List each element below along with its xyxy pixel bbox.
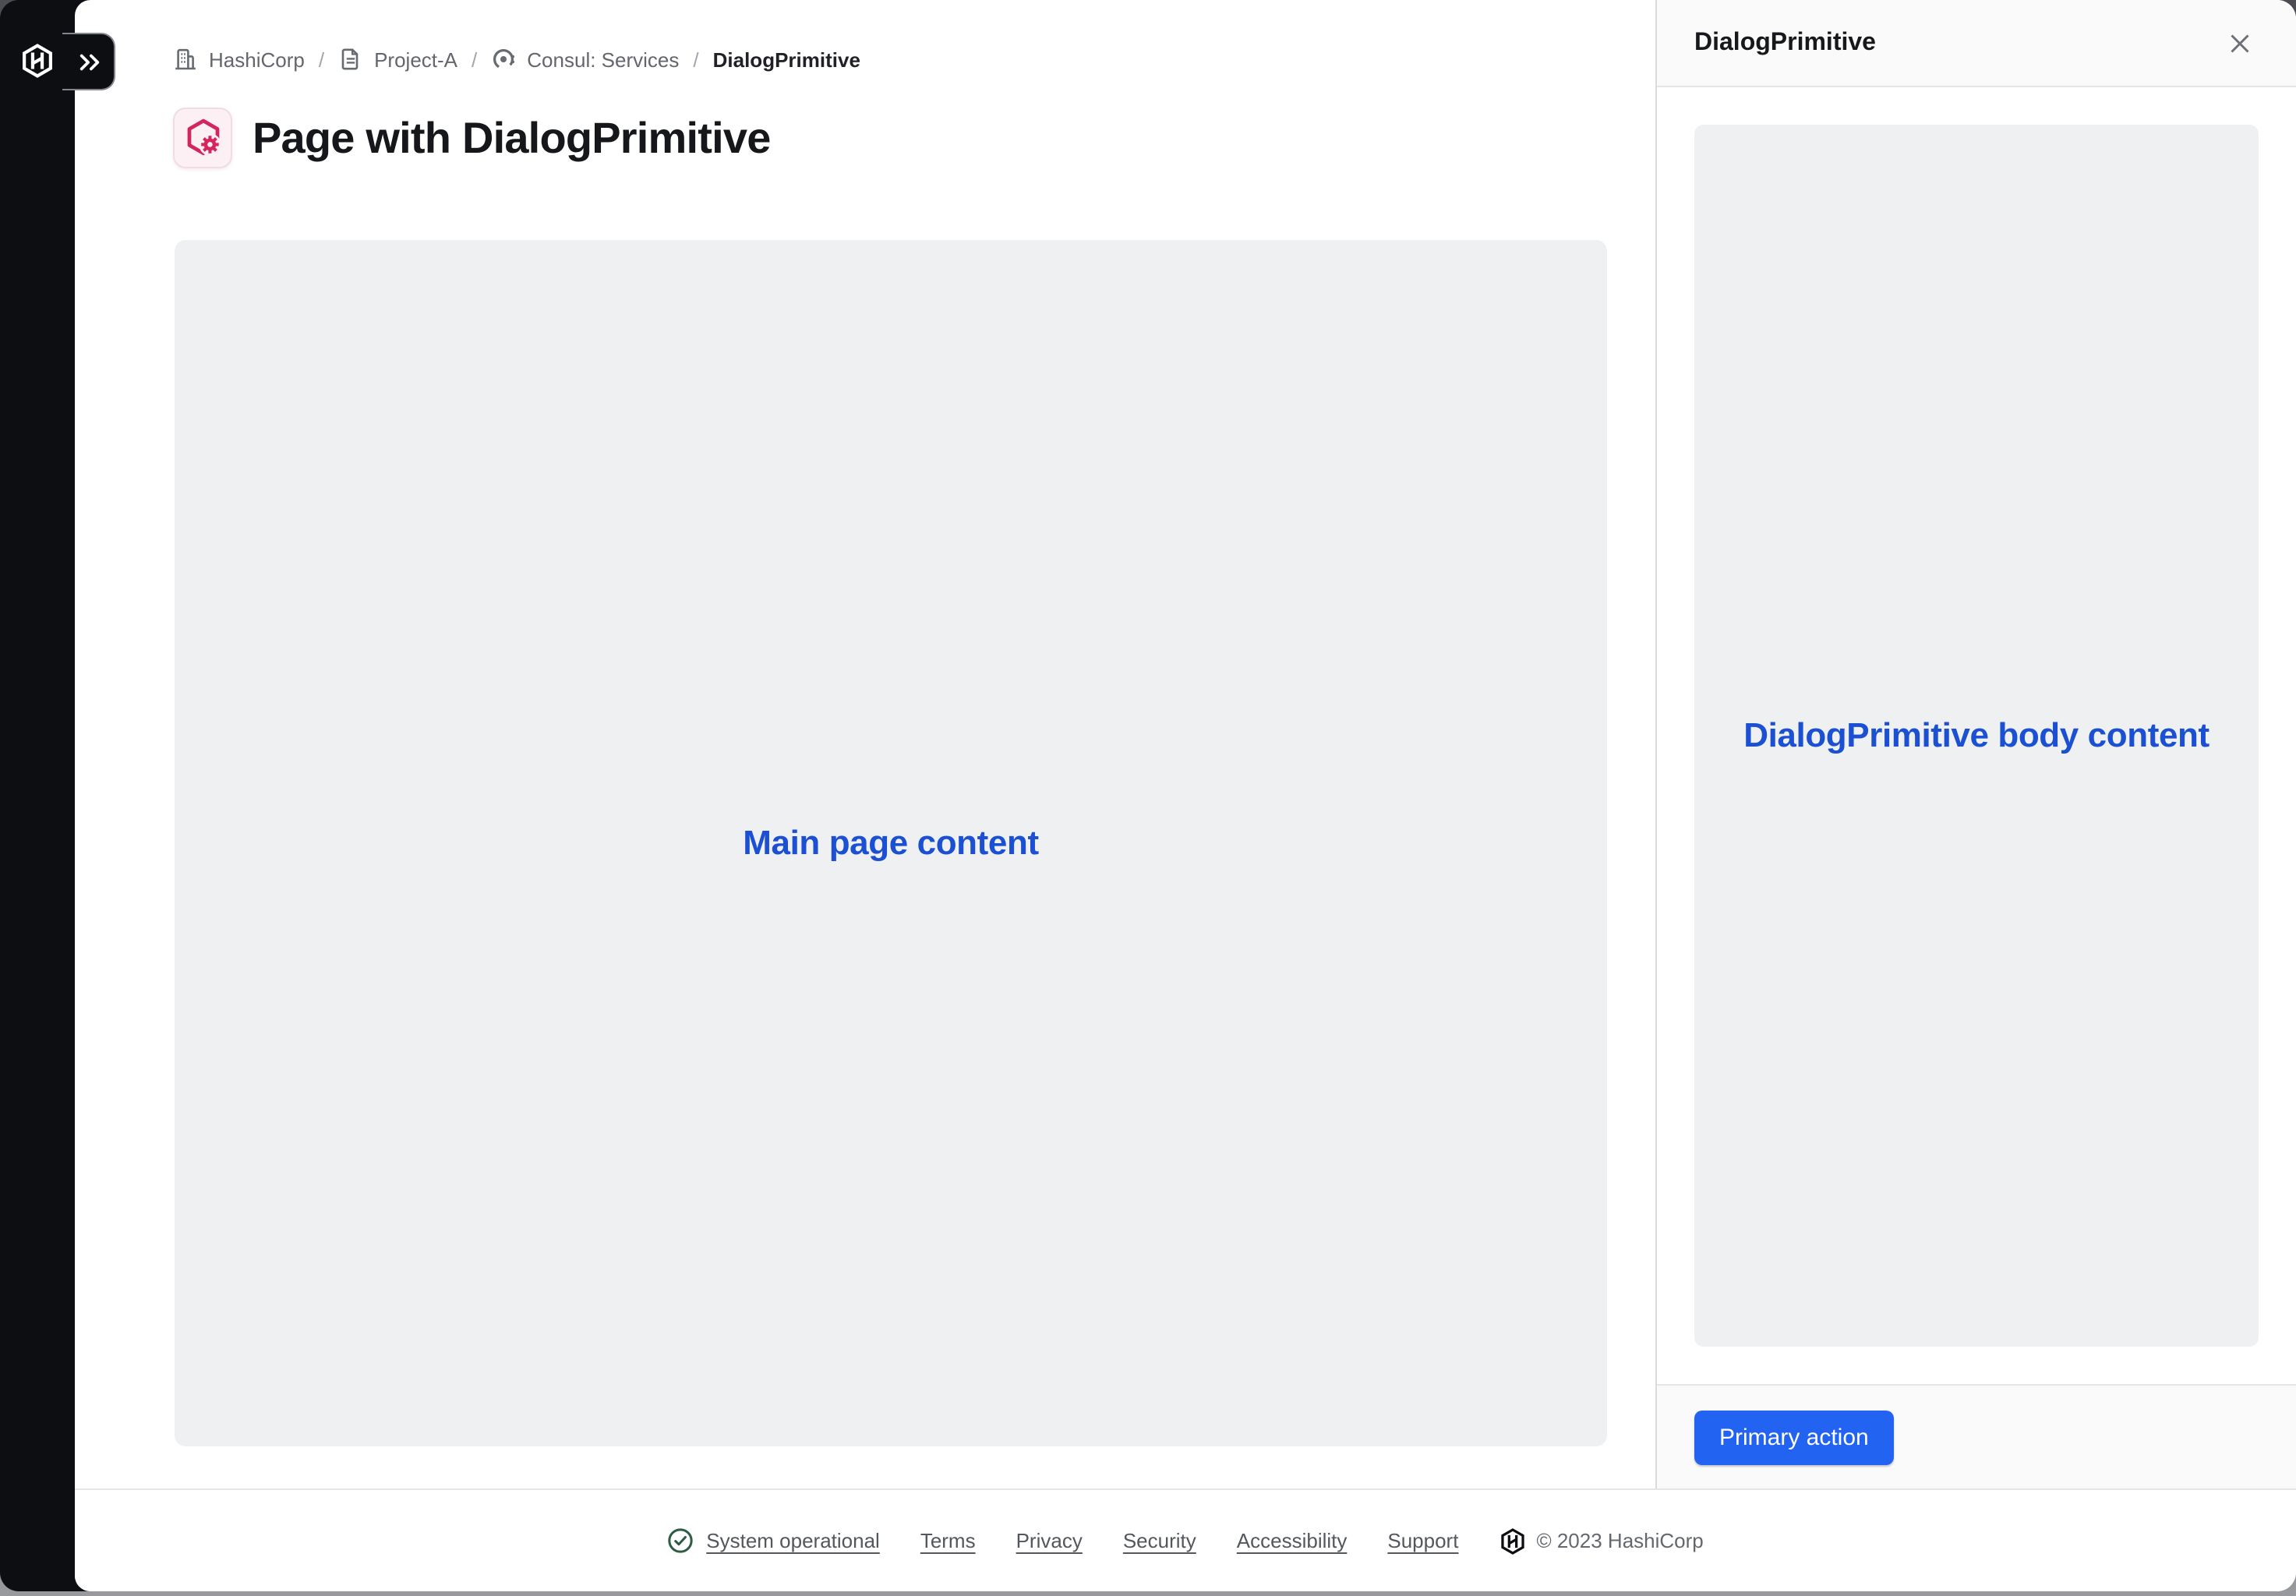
copyright-text: © 2023 HashiCorp: [1536, 1529, 1703, 1552]
hashicorp-logo-icon[interactable]: [20, 44, 55, 79]
page-header: Page with DialogPrimitive: [173, 108, 771, 168]
main-placeholder-text: Main page content: [743, 823, 1038, 863]
footer-link-security[interactable]: Security: [1123, 1529, 1196, 1552]
breadcrumb: HashiCorp / Project-A: [173, 47, 860, 72]
double-chevron-right-icon: [78, 51, 101, 72]
dialog-body: DialogPrimitive body content: [1657, 87, 2296, 1384]
check-circle-icon: [667, 1527, 694, 1554]
breadcrumb-item-current: DialogPrimitive: [713, 48, 860, 71]
primary-action-button[interactable]: Primary action: [1694, 1410, 1894, 1464]
app-window: HashiCorp / Project-A: [0, 0, 2296, 1591]
org-building-icon: [173, 47, 198, 72]
breadcrumb-label: Project-A: [374, 48, 457, 71]
breadcrumb-separator: /: [693, 48, 698, 71]
dialog-primitive-panel: DialogPrimitive DialogPrimitive body con…: [1655, 0, 2296, 1488]
dialog-title: DialogPrimitive: [1694, 29, 1876, 57]
footer-brand: © 2023 HashiCorp: [1499, 1527, 1703, 1555]
page-title: Page with DialogPrimitive: [253, 113, 771, 163]
status-link[interactable]: System operational: [706, 1529, 880, 1552]
content-row: HashiCorp / Project-A: [75, 0, 2296, 1488]
main-page: HashiCorp / Project-A: [75, 0, 1655, 1488]
breadcrumb-item-hashicorp[interactable]: HashiCorp: [173, 47, 305, 72]
sidenav-expand-button[interactable]: [62, 33, 115, 90]
footer-link-privacy[interactable]: Privacy: [1016, 1529, 1083, 1552]
app-footer: System operational Terms Privacy Securit…: [75, 1488, 2296, 1591]
breadcrumb-label: HashiCorp: [209, 48, 305, 71]
close-icon[interactable]: [2221, 24, 2259, 62]
hashicorp-logo-icon: [1499, 1527, 1525, 1555]
app-frame: HashiCorp / Project-A: [75, 0, 2296, 1591]
system-status: System operational: [667, 1527, 880, 1554]
dialog-header: DialogPrimitive: [1657, 0, 2296, 87]
footer-link-accessibility[interactable]: Accessibility: [1237, 1529, 1348, 1552]
dialog-footer: Primary action: [1657, 1384, 2296, 1488]
app-stage: HashiCorp / Project-A: [0, 0, 2296, 1596]
footer-link-terms[interactable]: Terms: [920, 1529, 976, 1552]
document-icon: [338, 47, 363, 72]
sidenav-collapsed: [0, 0, 75, 1591]
breadcrumb-label: Consul: Services: [527, 48, 679, 71]
consul-icon: [491, 47, 516, 72]
dialog-placeholder-text: DialogPrimitive body content: [1743, 708, 2209, 763]
hexagon-gear-icon: [182, 117, 224, 159]
main-content-placeholder: Main page content: [175, 240, 1607, 1446]
breadcrumb-item-consul-services[interactable]: Consul: Services: [491, 47, 679, 72]
breadcrumb-item-project[interactable]: Project-A: [338, 47, 457, 72]
breadcrumb-label: DialogPrimitive: [713, 48, 860, 71]
breadcrumb-separator: /: [472, 48, 477, 71]
page-title-tile: [173, 108, 232, 168]
dialog-body-placeholder: DialogPrimitive body content: [1694, 125, 2259, 1347]
breadcrumb-separator: /: [319, 48, 324, 71]
footer-link-support[interactable]: Support: [1387, 1529, 1458, 1552]
